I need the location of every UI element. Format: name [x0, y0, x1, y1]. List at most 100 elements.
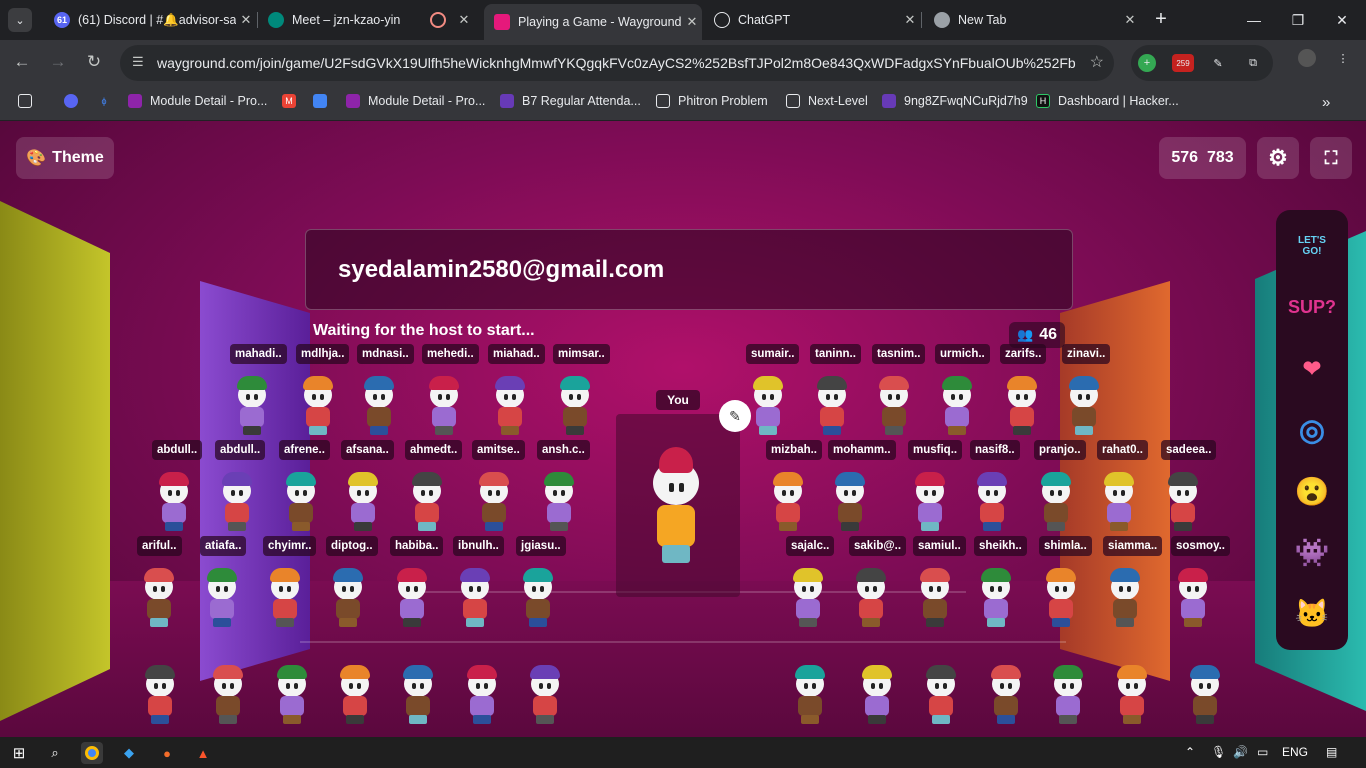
player-avatar: [208, 663, 248, 725]
bookmark-label: Phitron Problem: [678, 94, 768, 108]
bookmark-next-level[interactable]: Next-Level: [786, 94, 868, 108]
player-name-label: mohamm..: [828, 440, 896, 460]
sup-reaction[interactable]: SUP?: [1288, 285, 1336, 329]
game-code: 576 783: [1159, 137, 1246, 179]
chrome-taskbar-icon[interactable]: [81, 742, 103, 764]
player-avatar: [140, 663, 180, 725]
theme-button[interactable]: 🎨 Theme: [16, 137, 114, 179]
player-name-label: ibnulh..: [453, 536, 504, 556]
language-indicator[interactable]: ENG: [1282, 745, 1308, 759]
player-avatar: [392, 566, 432, 628]
player-avatar: [272, 663, 312, 725]
tab-recording[interactable]: ✕: [420, 6, 480, 34]
bookmark-module-1[interactable]: Module Detail - Pro...: [128, 94, 267, 108]
calendar-extension-icon[interactable]: 259: [1172, 54, 1194, 72]
player-avatar: [398, 663, 438, 725]
url-text[interactable]: wayground.com/join/game/U2FsdGVkX19Ulfh5…: [157, 55, 1077, 71]
heart-reaction[interactable]: ❤: [1288, 347, 1336, 391]
bookmark-phitron[interactable]: Phitron Problem: [656, 94, 768, 108]
bookmark-b7-attendance[interactable]: B7 Regular Attenda...: [500, 94, 641, 108]
evil-eye-reaction[interactable]: ◎: [1288, 408, 1336, 452]
player-name-label: nasif8..: [970, 440, 1020, 460]
space-invader-reaction[interactable]: 👾: [1288, 530, 1336, 574]
bookmark-hackerrank[interactable]: H Dashboard | Hacker...: [1036, 94, 1179, 108]
player-name-label: atiafa..: [200, 536, 247, 556]
bookmark-star-icon[interactable]: ☆: [1090, 52, 1104, 72]
player-name-label: habiba..: [390, 536, 444, 556]
player-name-label: rahat0..: [1097, 440, 1148, 460]
site-info-icon[interactable]: ☰: [132, 54, 144, 70]
close-icon[interactable]: ✕: [682, 14, 702, 30]
windows-start-icon[interactable]: ⊞: [8, 742, 30, 764]
player-avatar: [328, 566, 368, 628]
settings-button[interactable]: ⚙: [1257, 137, 1299, 179]
postman-icon[interactable]: ●: [156, 742, 178, 764]
player-count-value: 46: [1039, 326, 1057, 343]
profile-avatar[interactable]: [1298, 49, 1316, 67]
player-avatar: [1173, 566, 1213, 628]
address-bar[interactable]: ☰ wayground.com/join/game/U2FsdGVkX19Ulf…: [120, 45, 1114, 81]
player-name-label: diptog..: [326, 536, 378, 556]
bookmark-leetcode[interactable]: ϕ: [97, 94, 119, 108]
microphone-icon[interactable]: 🎙: [1211, 745, 1226, 759]
new-tab-button[interactable]: +: [1150, 8, 1172, 31]
menu-icon[interactable]: ⋮: [1334, 49, 1352, 67]
tab-chatgpt[interactable]: ChatGPT ✕: [704, 6, 920, 34]
restore-icon[interactable]: ❐: [1276, 6, 1320, 34]
chatgpt-icon: [714, 12, 730, 28]
lets-go-reaction[interactable]: LET'S GO!: [1288, 224, 1336, 268]
bookmark-chart[interactable]: [313, 94, 335, 108]
player-name-label: jgiasu..: [516, 536, 566, 556]
bookmark-discord[interactable]: [64, 94, 86, 108]
tab-new-tab[interactable]: New Tab ✕: [924, 6, 1140, 34]
minimize-icon[interactable]: —: [1232, 6, 1276, 34]
volume-icon[interactable]: 🔊: [1233, 745, 1248, 759]
network-icon[interactable]: ▭: [1257, 745, 1268, 759]
close-icon[interactable]: ✕: [1120, 12, 1140, 28]
leetcode-icon: ϕ: [101, 96, 107, 106]
search-icon[interactable]: ⌕: [44, 742, 66, 764]
puzzle-icon[interactable]: ⧉: [1244, 54, 1262, 72]
tab-search-icon[interactable]: ⌄: [8, 8, 32, 32]
eyedropper-icon[interactable]: ✎: [1209, 54, 1227, 72]
my-avatar[interactable]: [645, 445, 707, 569]
bookmark-form-2[interactable]: 9ng8ZFwqNCuRjd7h9: [882, 94, 1028, 108]
close-icon[interactable]: ✕: [236, 12, 256, 28]
brave-icon[interactable]: ▲: [192, 742, 214, 764]
close-window-icon[interactable]: ✕: [1320, 6, 1364, 34]
reload-icon[interactable]: ↻: [83, 52, 105, 72]
palette-icon: 🎨: [26, 150, 47, 167]
forward-icon[interactable]: →: [47, 52, 69, 72]
reaction-label: SUP?: [1288, 296, 1337, 317]
player-avatar: [910, 470, 950, 532]
tab-discord[interactable]: 61 (61) Discord | #🔔advisor-sa ✕: [44, 6, 256, 34]
fullscreen-button[interactable]: ⛶: [1310, 137, 1352, 179]
close-icon[interactable]: ✕: [900, 12, 920, 28]
extension-plus-icon[interactable]: +: [1138, 54, 1156, 72]
bookmark-module-2[interactable]: Module Detail - Pro...: [346, 94, 485, 108]
wow-reaction[interactable]: 😮: [1288, 469, 1336, 513]
reaction-label: LET'S GO!: [1298, 235, 1326, 257]
player-name-label: urmich..: [935, 344, 990, 364]
cat-reaction[interactable]: 🐱: [1288, 591, 1336, 635]
back-icon[interactable]: ←: [11, 52, 33, 72]
notifications-icon[interactable]: ▤: [1326, 745, 1337, 759]
player-avatar: [1099, 470, 1139, 532]
apps-grid-icon[interactable]: [18, 94, 40, 108]
player-name-label: sakib@..: [849, 536, 907, 556]
vscode-icon[interactable]: ◆: [118, 742, 140, 764]
player-avatar: [976, 566, 1016, 628]
bookmark-gmail[interactable]: M: [282, 94, 304, 108]
edit-avatar-button[interactable]: ✎: [719, 400, 751, 432]
tab-wayground[interactable]: Playing a Game - Wayground ✕: [484, 4, 702, 40]
chevron-up-icon[interactable]: ⌃: [1185, 745, 1195, 759]
player-avatar: [474, 470, 514, 532]
reaction-label: ❤: [1302, 356, 1322, 381]
close-icon[interactable]: ✕: [454, 12, 474, 28]
form-icon: [500, 94, 514, 108]
reaction-label: 😮: [1294, 475, 1330, 507]
chart-icon: [313, 94, 327, 108]
player-avatar: [298, 374, 338, 436]
more-bookmarks-icon[interactable]: »: [1322, 94, 1330, 111]
player-avatar: [202, 566, 242, 628]
